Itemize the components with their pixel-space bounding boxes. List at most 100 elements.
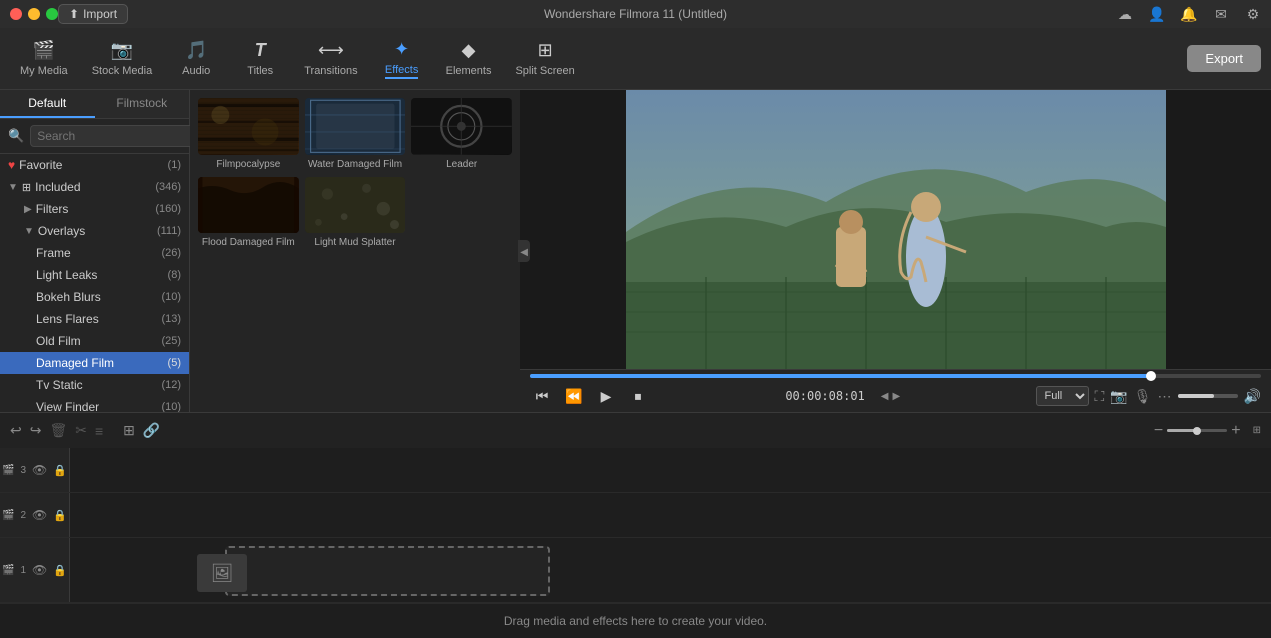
skip-back-button[interactable]: ⏮ (530, 384, 554, 408)
more-icon[interactable]: ⋯ (1158, 388, 1172, 405)
titlebar-right-icons: ☁ 👤 🔔 ✉ ⚙ (1117, 6, 1261, 22)
preview-panel: ⏮ ⏪ ▶ ⏹ 00:00:08:01 ◀ ▶ Full 1/2 1/4 Aut… (520, 90, 1271, 412)
track-2-eye-icon[interactable]: 👁 (32, 508, 47, 522)
toolbar-item-split-screen[interactable]: ⊞ Split Screen (505, 34, 584, 83)
panel-item-count: (12) (161, 379, 181, 391)
play-button[interactable]: ▶ (594, 384, 618, 408)
mail-icon[interactable]: ✉ (1213, 6, 1229, 22)
effect-label-flood: Flood Damaged Film (198, 237, 299, 249)
minimize-button[interactable] (28, 8, 40, 20)
stop-button[interactable]: ⏹ (626, 384, 650, 408)
link-icon[interactable]: 🔗 (143, 422, 160, 439)
panel-item-lens-flares[interactable]: Lens Flares (13) (0, 308, 189, 330)
panel-item-filters[interactable]: ▶ Filters (160) (0, 198, 189, 220)
user-icon[interactable]: 👤 (1149, 6, 1165, 22)
toolbar-item-effects[interactable]: ✦ Effects (372, 33, 432, 85)
panel-item-overlays[interactable]: ▼ Overlays (111) (0, 220, 189, 242)
redo-icon[interactable]: ↪ (30, 422, 42, 439)
effect-item-flood-damaged[interactable]: Flood Damaged Film (198, 177, 299, 250)
panel-item-old-film[interactable]: Old Film (25) (0, 330, 189, 352)
toolbar-item-audio[interactable]: 🎵 Audio (166, 34, 226, 83)
search-input[interactable] (30, 125, 199, 147)
panel-item-frame[interactable]: Frame (26) (0, 242, 189, 264)
voice-icon[interactable]: 🎙 (1134, 388, 1152, 405)
toolbar-item-my-media[interactable]: 🎬 My Media (10, 34, 78, 83)
audio-icon: 🎵 (185, 40, 207, 61)
import-label: Import (83, 7, 117, 21)
main-content: Default Filmstock 🔍 ⊞ ♥ Favorite (1) ▼ ⊞… (0, 90, 1271, 412)
panel-item-damaged-film[interactable]: Damaged Film (5) (0, 352, 189, 374)
panel-item-light-leaks[interactable]: Light Leaks (8) (0, 264, 189, 286)
toolbar-item-titles[interactable]: T Titles (230, 34, 290, 83)
panel-item-count: (10) (161, 401, 181, 412)
grid-snap-icon[interactable]: ⊞ (1253, 425, 1261, 436)
effect-thumb-mud (305, 177, 406, 234)
collapse-panel-button[interactable]: ◀ (518, 240, 530, 262)
close-button[interactable] (10, 8, 22, 20)
effect-item-filmpocalypse[interactable]: Filmpocalypse (198, 98, 299, 171)
panel-item-label: Included (35, 180, 151, 194)
drop-zone: 🖼 (225, 546, 550, 596)
cloud-icon[interactable]: ☁ (1117, 6, 1133, 22)
track-3-header: 🎬 3 👁 🔒 (0, 448, 70, 492)
volume-icon[interactable]: 🔊 (1244, 388, 1261, 405)
track-1-lock-icon[interactable]: 🔒 (53, 564, 67, 577)
zoom-out-button[interactable]: − (1154, 422, 1163, 440)
next-arrow[interactable]: ▶ (893, 391, 901, 402)
tab-default[interactable]: Default (0, 90, 95, 118)
effect-item-light-mud[interactable]: Light Mud Splatter (305, 177, 406, 250)
panel-item-count: (1) (168, 159, 181, 171)
track-3-lock-icon[interactable]: 🔒 (53, 464, 67, 477)
undo-icon[interactable]: ↩ (10, 422, 22, 439)
bell-icon[interactable]: 🔔 (1181, 6, 1197, 22)
toolbar-item-elements[interactable]: ◆ Elements (436, 34, 502, 83)
export-button[interactable]: Export (1187, 45, 1261, 72)
panel-item-bokeh-blurs[interactable]: Bokeh Blurs (10) (0, 286, 189, 308)
quality-select[interactable]: Full 1/2 1/4 Auto (1036, 386, 1089, 406)
audio-label: Audio (182, 65, 210, 77)
prev-arrow[interactable]: ◀ (881, 391, 889, 402)
progress-bar[interactable] (530, 374, 1261, 378)
fit-screen-icon[interactable]: ⛶ (1095, 388, 1105, 405)
timeline: 🎬 3 👁 🔒 🎬 2 👁 🔒 🎬 1 👁 🔒 (0, 448, 1271, 638)
toolbar-item-stock-media[interactable]: 📷 Stock Media (82, 34, 163, 83)
track-2-lock-icon[interactable]: 🔒 (53, 509, 67, 522)
snapshot-icon[interactable]: 📷 (1110, 388, 1127, 405)
stock-media-label: Stock Media (92, 65, 153, 77)
track-2: 🎬 2 👁 🔒 (0, 493, 1271, 538)
preview-controls: ⏮ ⏪ ▶ ⏹ 00:00:08:01 ◀ ▶ Full 1/2 1/4 Aut… (520, 369, 1271, 412)
import-button[interactable]: ⬆ Import (58, 4, 128, 24)
zoom-slider[interactable] (1167, 429, 1227, 432)
zoom-in-button[interactable]: + (1231, 422, 1240, 440)
time-display: 00:00:08:01 (785, 389, 864, 403)
preview-right-icons: Full 1/2 1/4 Auto ⛶ 📷 🎙 ⋯ 🔊 (1036, 386, 1261, 406)
zoom-control: − + (1154, 422, 1241, 440)
panel-item-label: Frame (36, 246, 157, 260)
search-icon: 🔍 (8, 128, 24, 144)
panel-item-tv-static[interactable]: Tv Static (12) (0, 374, 189, 396)
track-3: 🎬 3 👁 🔒 (0, 448, 1271, 493)
titles-icon: T (255, 40, 266, 61)
toolbar-item-transitions[interactable]: ⟷ Transitions (294, 34, 367, 83)
panel-item-favorite[interactable]: ♥ Favorite (1) (0, 154, 189, 176)
add-track-icon[interactable]: ⊞ (123, 422, 135, 439)
panel-item-count: (111) (157, 225, 181, 237)
panel-item-included[interactable]: ▼ ⊞ Included (346) (0, 176, 189, 198)
settings-icon[interactable]: ⚙ (1245, 6, 1261, 22)
track-3-eye-icon[interactable]: 👁 (32, 463, 47, 477)
panel-list: ♥ Favorite (1) ▼ ⊞ Included (346) ▶ Filt… (0, 154, 189, 412)
progress-handle[interactable] (1146, 371, 1156, 381)
elements-icon: ◆ (462, 40, 476, 61)
effects-grid: Filmpocalypse Water Damag (190, 90, 520, 412)
effects-label: Effects (385, 64, 418, 79)
copy-icon: ≡ (95, 423, 103, 439)
effect-item-water-damaged[interactable]: Water Damaged Film (305, 98, 406, 171)
volume-slider[interactable] (1178, 394, 1238, 398)
maximize-button[interactable] (46, 8, 58, 20)
tab-filmstock[interactable]: Filmstock (95, 90, 190, 118)
effect-item-leader[interactable]: Leader (411, 98, 512, 171)
window-controls (10, 8, 58, 20)
frame-back-button[interactable]: ⏪ (562, 384, 586, 408)
track-1-eye-icon[interactable]: 👁 (32, 563, 47, 577)
panel-item-view-finder[interactable]: View Finder (10) (0, 396, 189, 412)
